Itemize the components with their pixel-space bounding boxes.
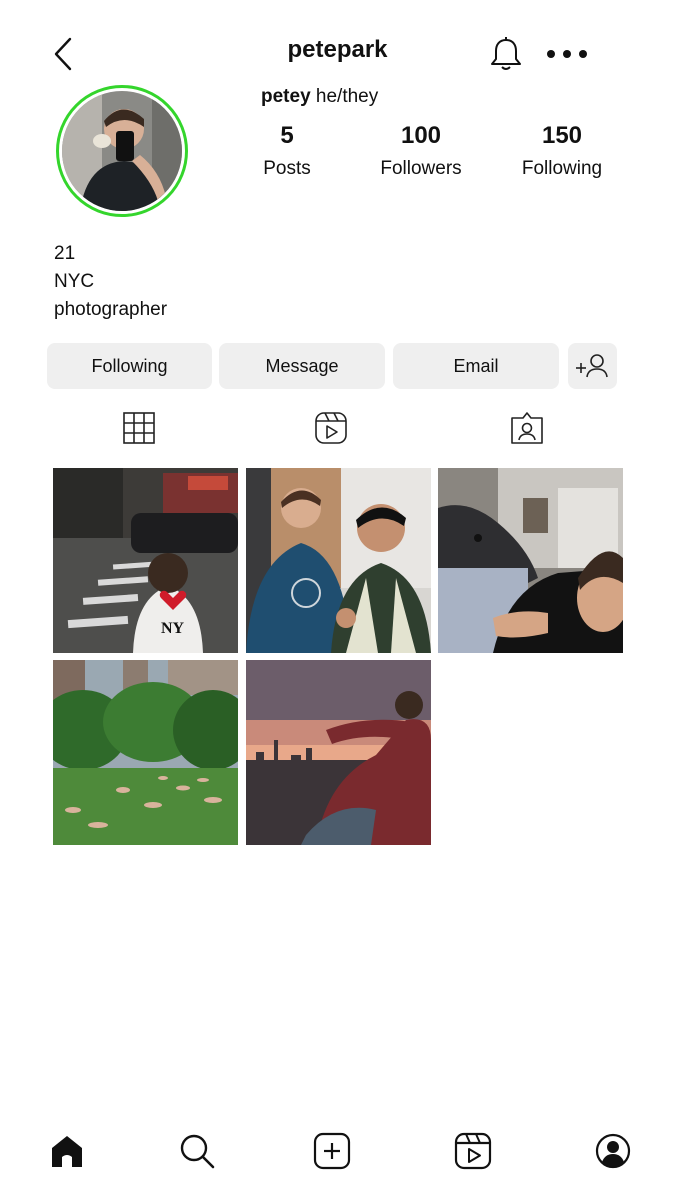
top-bar: petepark	[0, 0, 675, 100]
avatar	[62, 91, 182, 211]
stat-label: Followers	[380, 158, 462, 179]
display-name: petey	[261, 86, 311, 107]
stat-value: 5	[280, 122, 294, 149]
display-name-line: petey he/they	[261, 86, 378, 108]
email-button[interactable]: Email	[393, 343, 559, 389]
message-button[interactable]: Message	[219, 343, 385, 389]
stat-label: Posts	[263, 158, 311, 179]
bio-line: photographer	[54, 299, 168, 320]
profile-bio: 21 NYC photographer	[54, 240, 167, 324]
bell-icon[interactable]	[489, 36, 523, 72]
bottom-navigation	[0, 1120, 675, 1180]
profile-avatar-ring[interactable]	[56, 85, 188, 217]
create-icon[interactable]	[313, 1132, 351, 1170]
bio-line: NYC	[54, 271, 95, 292]
grid-icon[interactable]	[121, 410, 157, 446]
home-icon[interactable]	[48, 1132, 86, 1170]
stat-following[interactable]: 150 Following	[487, 122, 637, 180]
bio-line: 21	[54, 243, 76, 264]
pronouns: he/they	[315, 86, 379, 107]
post-thumbnail-friends-photo[interactable]	[246, 468, 431, 653]
stat-value: 150	[541, 122, 583, 149]
tagged-icon[interactable]	[509, 410, 545, 446]
more-horizontal-icon[interactable]	[544, 42, 590, 66]
search-icon[interactable]	[178, 1132, 216, 1170]
stat-value: 100	[400, 122, 442, 149]
reels-icon[interactable]	[454, 1132, 492, 1170]
post-thumbnail-sunset-photo[interactable]	[246, 660, 431, 845]
suggest-users-button[interactable]	[568, 343, 617, 389]
stat-followers[interactable]: 100 Followers	[346, 122, 496, 180]
post-thumbnail-park-photo[interactable]	[53, 660, 238, 845]
svg-text:NY: NY	[161, 620, 185, 637]
post-thumbnail-street-photo[interactable]: NY	[53, 468, 238, 653]
reels-icon[interactable]	[313, 410, 349, 446]
add-user-icon	[576, 354, 608, 378]
post-thumbnail-dog-photo[interactable]	[438, 468, 623, 653]
profile-icon[interactable]	[594, 1132, 632, 1170]
stat-label: Following	[521, 158, 603, 179]
stat-posts[interactable]: 5 Posts	[212, 122, 362, 180]
following-button[interactable]: Following	[47, 343, 212, 389]
